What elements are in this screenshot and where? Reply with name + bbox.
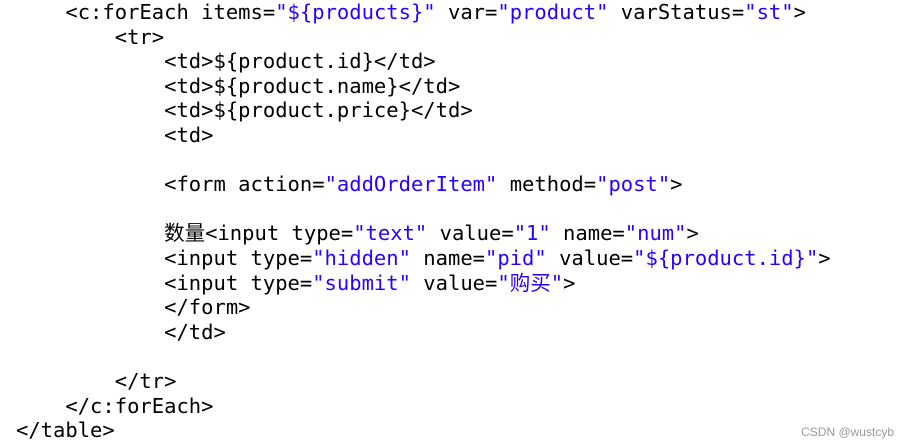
code-string-token: "${product.id}" <box>633 246 819 270</box>
code-token: <input type= <box>164 270 313 295</box>
code-token: > <box>670 172 683 197</box>
code-token: <td>${product.id}</td> <box>164 49 436 74</box>
code-token: <tr> <box>114 24 165 49</box>
code-string-token: "st" <box>744 0 794 24</box>
code-string-token: "购买" <box>497 270 564 295</box>
code-line: <input type="hidden" name="pid" value="$… <box>16 246 831 270</box>
code-token: method= <box>497 172 597 197</box>
csdn-watermark: CSDN @wustcyb <box>801 425 894 439</box>
code-line: </table> <box>16 418 115 442</box>
code-line: <td> <box>16 123 213 147</box>
code-string-token: "post" <box>596 172 671 197</box>
code-token: <td>${product.name}</td> <box>164 73 461 98</box>
code-string-token: "addOrderItem" <box>324 172 498 197</box>
code-line: <input type="submit" value="购买"> <box>16 271 575 295</box>
code-token: value= <box>427 221 514 246</box>
code-token: name= <box>550 221 625 246</box>
code-line: </td> <box>16 320 226 344</box>
code-line: <tr> <box>16 25 164 49</box>
code-token: </form> <box>164 295 251 320</box>
code-line: <td>${product.id}</td> <box>16 49 436 73</box>
code-line: <form action="addOrderItem" method="post… <box>16 172 683 197</box>
code-token: value= <box>410 270 498 295</box>
code-string-token: "num" <box>624 221 687 246</box>
code-line: </form> <box>16 295 251 320</box>
code-token: > <box>563 270 576 295</box>
code-string-token: "1" <box>513 221 551 246</box>
code-string-token: "text" <box>353 221 428 246</box>
code-editor: <c:forEach items="${products}" var="prod… <box>0 0 908 447</box>
code-token: 数量<input type= <box>164 221 354 246</box>
code-string-token: "submit" <box>312 270 411 295</box>
code-string-token: "${products}" <box>275 0 436 24</box>
code-line: <td>${product.price}</td> <box>16 98 473 122</box>
code-line: </c:forEach> <box>16 394 213 418</box>
code-token: <td>${product.price}</td> <box>164 98 473 123</box>
code-token: <form action= <box>164 172 325 197</box>
code-token: name= <box>410 246 486 270</box>
code-token: varStatus= <box>608 0 745 24</box>
code-token: value= <box>546 246 634 270</box>
code-line: 数量<input type="text" value="1" name="num… <box>16 221 699 245</box>
code-token: <td> <box>164 123 214 147</box>
code-token: </c:forEach> <box>65 393 214 418</box>
code-line: </tr> <box>16 369 177 393</box>
code-string-token: "hidden" <box>312 246 411 270</box>
code-token: > <box>818 246 831 270</box>
code-token: <input type= <box>164 246 313 270</box>
code-line: <td>${product.name}</td> <box>16 74 460 98</box>
code-string-token: "pid" <box>485 246 547 270</box>
code-token: <c:forEach items= <box>65 0 276 24</box>
code-token: > <box>793 0 806 24</box>
code-string-token: "product" <box>497 0 609 24</box>
code-token: </table> <box>16 418 115 443</box>
code-token: var= <box>435 0 498 24</box>
code-token: </tr> <box>114 369 177 393</box>
code-token: > <box>686 221 699 246</box>
code-token: </td> <box>164 319 226 344</box>
code-line: <c:forEach items="${products}" var="prod… <box>16 0 806 24</box>
